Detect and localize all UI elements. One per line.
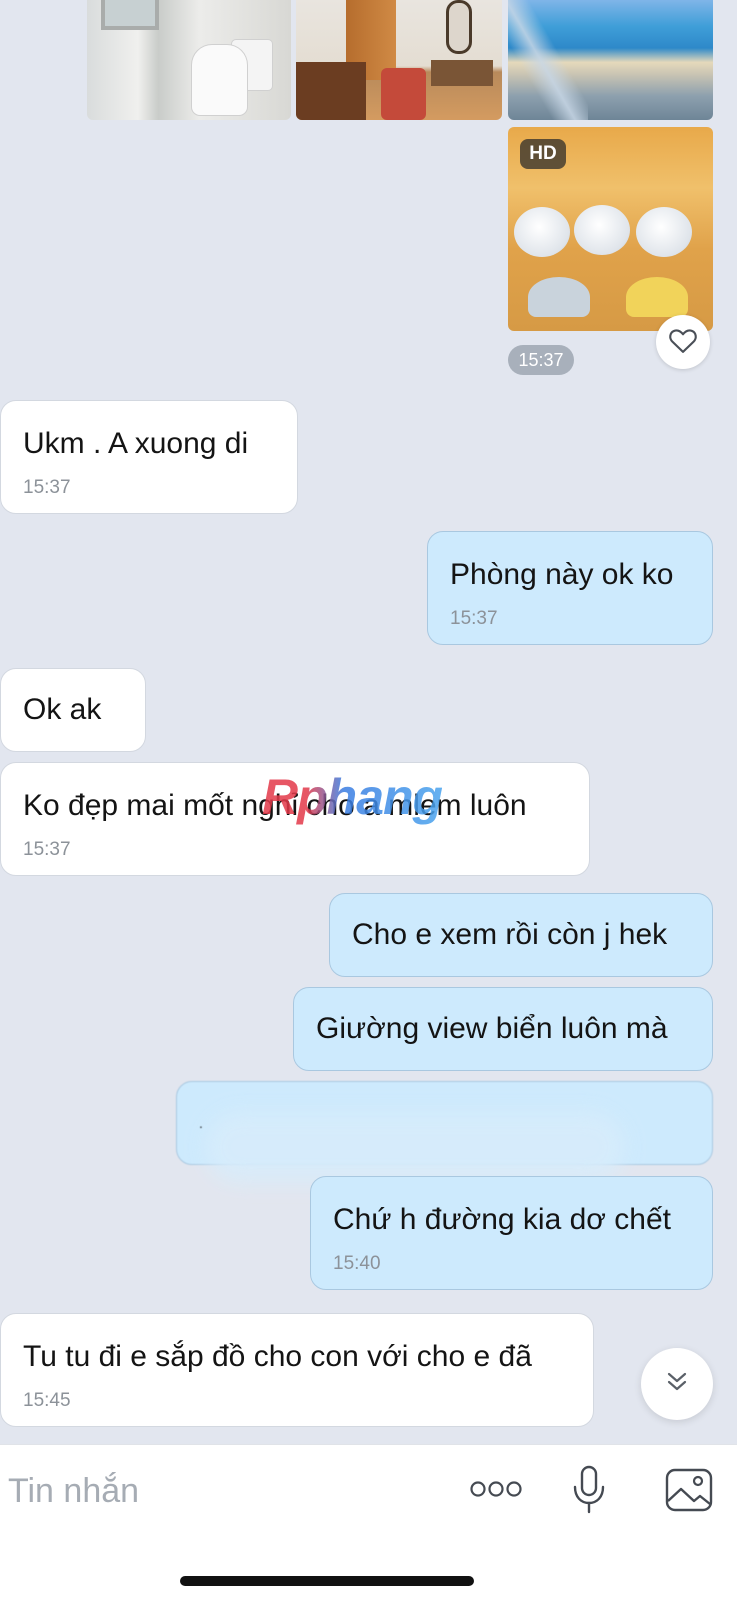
photo-tray bbox=[626, 277, 688, 317]
message-bubble-outgoing[interactable]: Phòng này ok ko 15:37 bbox=[427, 531, 713, 645]
dish-drawer-photo[interactable]: HD bbox=[508, 127, 713, 331]
heart-icon bbox=[668, 326, 698, 359]
voice-message-button[interactable] bbox=[568, 1465, 610, 1519]
photo-bowl bbox=[514, 207, 570, 257]
photo-bowl bbox=[574, 205, 630, 255]
photo-balcony-rail bbox=[508, 0, 588, 120]
message-bubble-incoming[interactable]: Ko đẹp mai mốt nghỉ cho a mlem luôn 15:3… bbox=[0, 762, 590, 876]
photo-shelf bbox=[431, 60, 493, 86]
photo-toilet bbox=[192, 45, 247, 115]
message-text: Cho e xem rồi còn j hek bbox=[352, 918, 668, 951]
message-timestamp: 15:37 bbox=[23, 477, 71, 498]
more-dots-icon bbox=[469, 1480, 523, 1503]
message-text: Ko đẹp mai mốt nghỉ cho a mlem luôn bbox=[23, 789, 527, 822]
message-text: Giường view biển luôn mà bbox=[316, 1012, 668, 1045]
hd-badge: HD bbox=[520, 139, 566, 169]
message-input[interactable]: Tin nhắn bbox=[8, 1463, 428, 1519]
message-bubble-incoming[interactable]: Ukm . A xuong di 15:37 bbox=[0, 400, 298, 514]
scroll-to-bottom-button[interactable] bbox=[641, 1348, 713, 1420]
message-text: Tu tu đi e sắp đồ cho con với cho e đã bbox=[23, 1340, 532, 1373]
react-button[interactable] bbox=[656, 315, 710, 369]
message-bubble-incoming[interactable]: Ok ak bbox=[0, 668, 146, 752]
message-timestamp: 15:37 bbox=[23, 839, 71, 860]
more-options-button[interactable] bbox=[468, 1471, 524, 1511]
photo-window bbox=[101, 0, 159, 30]
message-bubble-outgoing[interactable]: Chứ h đường kia dơ chết 15:40 bbox=[310, 1176, 713, 1290]
photo-tray bbox=[528, 277, 590, 317]
image-gallery-icon bbox=[665, 1468, 713, 1517]
message-text: Ok ak bbox=[23, 693, 102, 726]
photo-gallery-button[interactable] bbox=[664, 1467, 714, 1517]
message-timestamp: 15:40 bbox=[333, 1253, 381, 1274]
message-text: Ukm . A xuong di bbox=[23, 427, 249, 460]
microphone-icon bbox=[571, 1465, 607, 1520]
message-text: Phòng này ok ko bbox=[450, 558, 674, 591]
message-bubble-outgoing[interactable]: Cho e xem rồi còn j hek bbox=[329, 893, 713, 977]
redaction-blur bbox=[205, 1112, 625, 1182]
home-indicator bbox=[180, 1576, 474, 1586]
message-timestamp: 15:37 bbox=[450, 608, 498, 629]
photo-mirror bbox=[446, 0, 472, 54]
photo-plate bbox=[636, 207, 692, 257]
gallery-timestamp: 15:37 bbox=[508, 345, 574, 375]
message-text: . bbox=[199, 1115, 203, 1131]
bathroom-photo[interactable] bbox=[87, 0, 291, 120]
message-timestamp: 15:45 bbox=[23, 1390, 71, 1411]
double-chevron-down-icon bbox=[664, 1369, 690, 1400]
room-photo[interactable] bbox=[296, 0, 502, 120]
sea-view-photo[interactable] bbox=[508, 0, 713, 120]
photo-chair bbox=[381, 68, 426, 120]
message-text: Chứ h đường kia dơ chết bbox=[333, 1203, 672, 1236]
photo-cabinet bbox=[296, 62, 366, 120]
message-bubble-outgoing[interactable]: Giường view biển luôn mà bbox=[293, 987, 713, 1071]
message-bubble-incoming[interactable]: Tu tu đi e sắp đồ cho con với cho e đã 1… bbox=[0, 1313, 594, 1427]
